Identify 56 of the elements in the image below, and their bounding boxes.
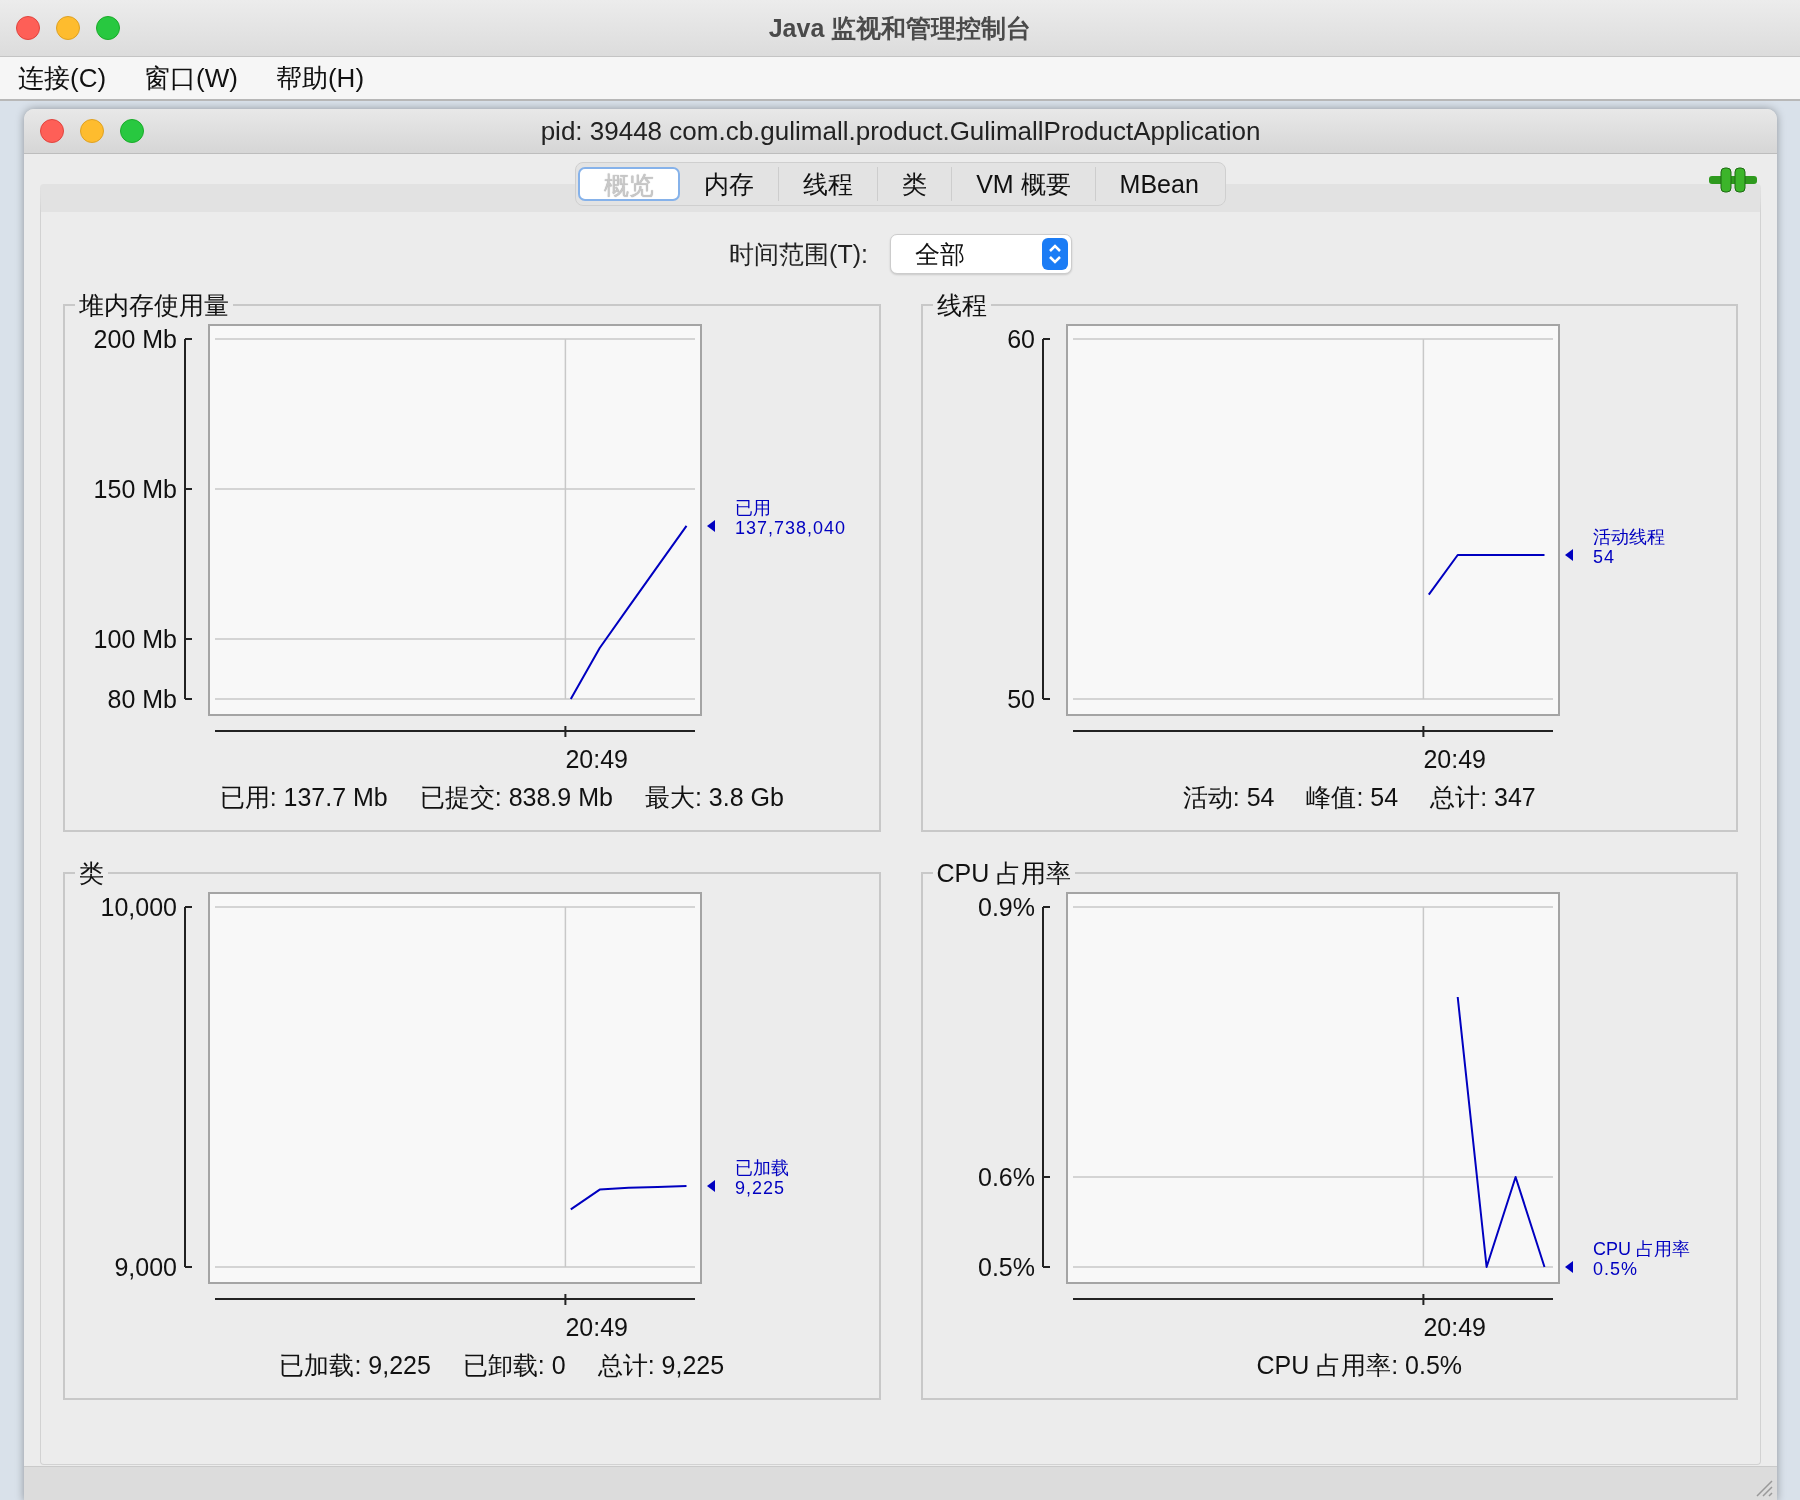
legend-value: 9,225 — [735, 1178, 786, 1198]
marker-icon — [1564, 1261, 1573, 1273]
window-title: Java 监视和管理控制台 — [768, 13, 1032, 42]
axis-label: 100 Mb — [93, 625, 177, 653]
zoom-button[interactable] — [120, 119, 144, 143]
time-range-label: 时间范围(T): — [729, 238, 868, 270]
stat-text: 总计: 9,225 — [597, 1350, 725, 1381]
menu-item[interactable]: 连接(C) — [18, 60, 107, 96]
tab[interactable]: 内存 — [680, 167, 780, 201]
stat-text: 已用: 137.7 Mb — [219, 782, 388, 813]
axis-label: 0.6% — [977, 1163, 1035, 1191]
legend-value: 137,738,040 — [735, 517, 847, 538]
tab[interactable]: 类 — [878, 167, 953, 201]
window-title: pid: 39448 com.cb.gulimall.product.GulimallProductApplication — [540, 115, 1261, 146]
legend-value: 0.5% — [1592, 1259, 1638, 1279]
minimize-button[interactable] — [56, 16, 80, 40]
stat-text: 总计: 347 — [1430, 782, 1536, 813]
stat-text: 已卸载: 0 — [462, 1350, 566, 1381]
stepper-icon — [1041, 238, 1068, 270]
legend-label: 已加载 — [735, 1158, 789, 1178]
legend-value: 54 — [1592, 547, 1615, 567]
axis-label: 9,000 — [114, 1253, 177, 1281]
menu-item[interactable]: 窗口(W) — [144, 60, 238, 96]
axis-label: 150 Mb — [93, 475, 177, 503]
axis-label: 10,000 — [100, 893, 177, 921]
axis-label: 0.5% — [977, 1253, 1035, 1281]
stat-text: 已提交: 838.9 Mb — [419, 782, 613, 813]
stat-text: 峰值: 54 — [1306, 782, 1399, 813]
axis-label: 20:49 — [565, 1313, 628, 1341]
marker-icon — [707, 1180, 715, 1192]
axis-label: 50 — [1006, 685, 1035, 713]
stat-text: 最大: 3.8 Gb — [644, 782, 784, 813]
tab[interactable]: MBean — [1095, 167, 1223, 201]
legend-label: 已用 — [735, 497, 771, 518]
axis-label: 80 Mb — [107, 685, 177, 713]
close-button[interactable] — [40, 119, 64, 143]
zoom-button[interactable] — [96, 16, 120, 40]
stat-text: CPU 占用率: 0.5% — [1256, 1350, 1463, 1381]
tab[interactable]: 线程 — [779, 167, 879, 201]
legend-label: CPU 占用率 — [1592, 1239, 1690, 1259]
axis-label: 20:49 — [1422, 745, 1486, 773]
menu-item[interactable]: 帮助(H) — [275, 60, 365, 96]
axis-label: 20:49 — [565, 745, 628, 773]
marker-icon — [1564, 549, 1573, 561]
legend-label: 活动线程 — [1592, 527, 1665, 547]
stat-text: 活动: 54 — [1182, 782, 1275, 813]
axis-label: 0.9% — [977, 893, 1035, 921]
minimize-button[interactable] — [80, 119, 104, 143]
close-button[interactable] — [16, 16, 40, 40]
time-range-select[interactable]: 全部 — [889, 234, 1072, 274]
axis-label: 20:49 — [1422, 1313, 1486, 1341]
stat-text: 已加载: 9,225 — [279, 1350, 431, 1381]
axis-label: 60 — [1006, 325, 1035, 353]
marker-icon — [707, 519, 715, 532]
axis-label: 200 Mb — [93, 325, 177, 353]
tab[interactable]: VM 概要 — [952, 167, 1096, 201]
